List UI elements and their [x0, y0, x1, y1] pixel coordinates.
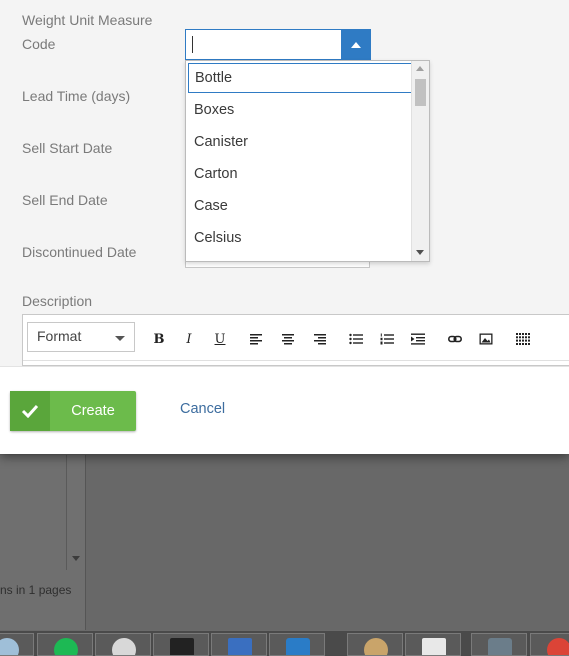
align-right-button[interactable]: [309, 329, 329, 349]
hourglass-icon: [170, 638, 194, 655]
indent-icon: [411, 333, 425, 345]
weight-unit-label: Weight Unit Measure: [22, 12, 153, 28]
taskbar-item[interactable]: [95, 633, 151, 656]
create-button[interactable]: Create: [10, 391, 136, 431]
sell-start-label: Sell Start Date: [22, 140, 113, 156]
align-center-icon: [282, 334, 294, 345]
dropdown-option[interactable]: Case: [188, 191, 412, 221]
lead-time-label: Lead Time (days): [22, 88, 131, 104]
brackets-icon: [286, 638, 310, 655]
scroll-down-arrow-icon[interactable]: [416, 250, 424, 255]
chevron-down-icon: [115, 336, 125, 341]
dropdown-scrollbar[interactable]: [411, 61, 429, 261]
background-scrollbar[interactable]: [66, 455, 85, 570]
modal-footer: Create Cancel: [0, 366, 569, 454]
paint-icon: [364, 638, 388, 655]
taskbar-item[interactable]: [211, 633, 267, 656]
scroll-up-arrow-icon[interactable]: [416, 66, 424, 71]
taskbar-item[interactable]: [347, 633, 403, 656]
chrome-icon: [547, 638, 569, 655]
bullet-list-button[interactable]: [346, 329, 366, 349]
chevron-up-icon: [351, 41, 361, 48]
format-label: Format: [37, 328, 82, 344]
image-button[interactable]: [476, 329, 496, 349]
bold-button[interactable]: B: [149, 329, 169, 349]
select-toggle-button[interactable]: [341, 29, 371, 60]
align-right-icon: [314, 334, 326, 345]
scrollbar-thumb[interactable]: [415, 79, 426, 106]
weight-unit-label-code: Code: [22, 36, 56, 52]
taskbar-item[interactable]: [269, 633, 325, 656]
weight-unit-select[interactable]: [185, 29, 371, 60]
app-icon: [0, 638, 19, 655]
taskbar: [0, 630, 569, 656]
dropdown-option[interactable]: Celsius: [188, 223, 412, 253]
taskbar-item[interactable]: [471, 633, 527, 656]
description-editor[interactable]: Format B I U: [22, 314, 569, 366]
bullet-list-icon: [349, 333, 363, 345]
align-center-button[interactable]: [278, 329, 298, 349]
taskbar-item[interactable]: [405, 633, 461, 656]
cancel-link[interactable]: Cancel: [180, 401, 225, 417]
align-left-button[interactable]: [247, 329, 267, 349]
text-cursor: [192, 36, 193, 53]
taskbar-item[interactable]: [37, 633, 93, 656]
computer-icon: [228, 638, 252, 655]
table-icon: [516, 333, 530, 345]
link-icon: [448, 335, 462, 343]
italic-button[interactable]: I: [179, 329, 199, 349]
sublime-icon: [488, 638, 512, 655]
dropdown-option[interactable]: Canister: [188, 127, 412, 157]
sell-end-label: Sell End Date: [22, 192, 108, 208]
pagination-text: ns in 1 pages: [0, 583, 72, 597]
underline-button[interactable]: U: [210, 329, 230, 349]
scroll-down-arrow-icon[interactable]: [72, 556, 80, 561]
taskbar-item[interactable]: [530, 633, 569, 656]
description-label: Description: [22, 293, 93, 309]
network-icon: [112, 638, 136, 655]
discontinued-label: Discontinued Date: [22, 244, 137, 260]
dropdown-option[interactable]: Bottle: [188, 63, 412, 93]
numbered-list-icon: [380, 333, 394, 345]
numbered-list-button[interactable]: [377, 329, 397, 349]
weight-unit-dropdown[interactable]: Bottle Boxes Canister Carton Case Celsiu…: [185, 60, 430, 262]
checkmark-icon: [10, 391, 50, 431]
taskbar-item[interactable]: [153, 633, 209, 656]
format-select[interactable]: Format: [27, 322, 135, 352]
dropdown-option[interactable]: Boxes: [188, 95, 412, 125]
create-label: Create: [71, 403, 115, 419]
dropdown-option[interactable]: Carton: [188, 159, 412, 189]
align-left-icon: [250, 334, 262, 345]
link-button[interactable]: [445, 329, 465, 349]
indent-button[interactable]: [408, 329, 428, 349]
vnc-icon: [422, 638, 446, 655]
spotify-icon: [54, 638, 78, 655]
image-icon: [479, 333, 493, 345]
editor-divider: [23, 360, 569, 361]
table-button[interactable]: [513, 329, 533, 349]
taskbar-item[interactable]: [0, 633, 34, 656]
